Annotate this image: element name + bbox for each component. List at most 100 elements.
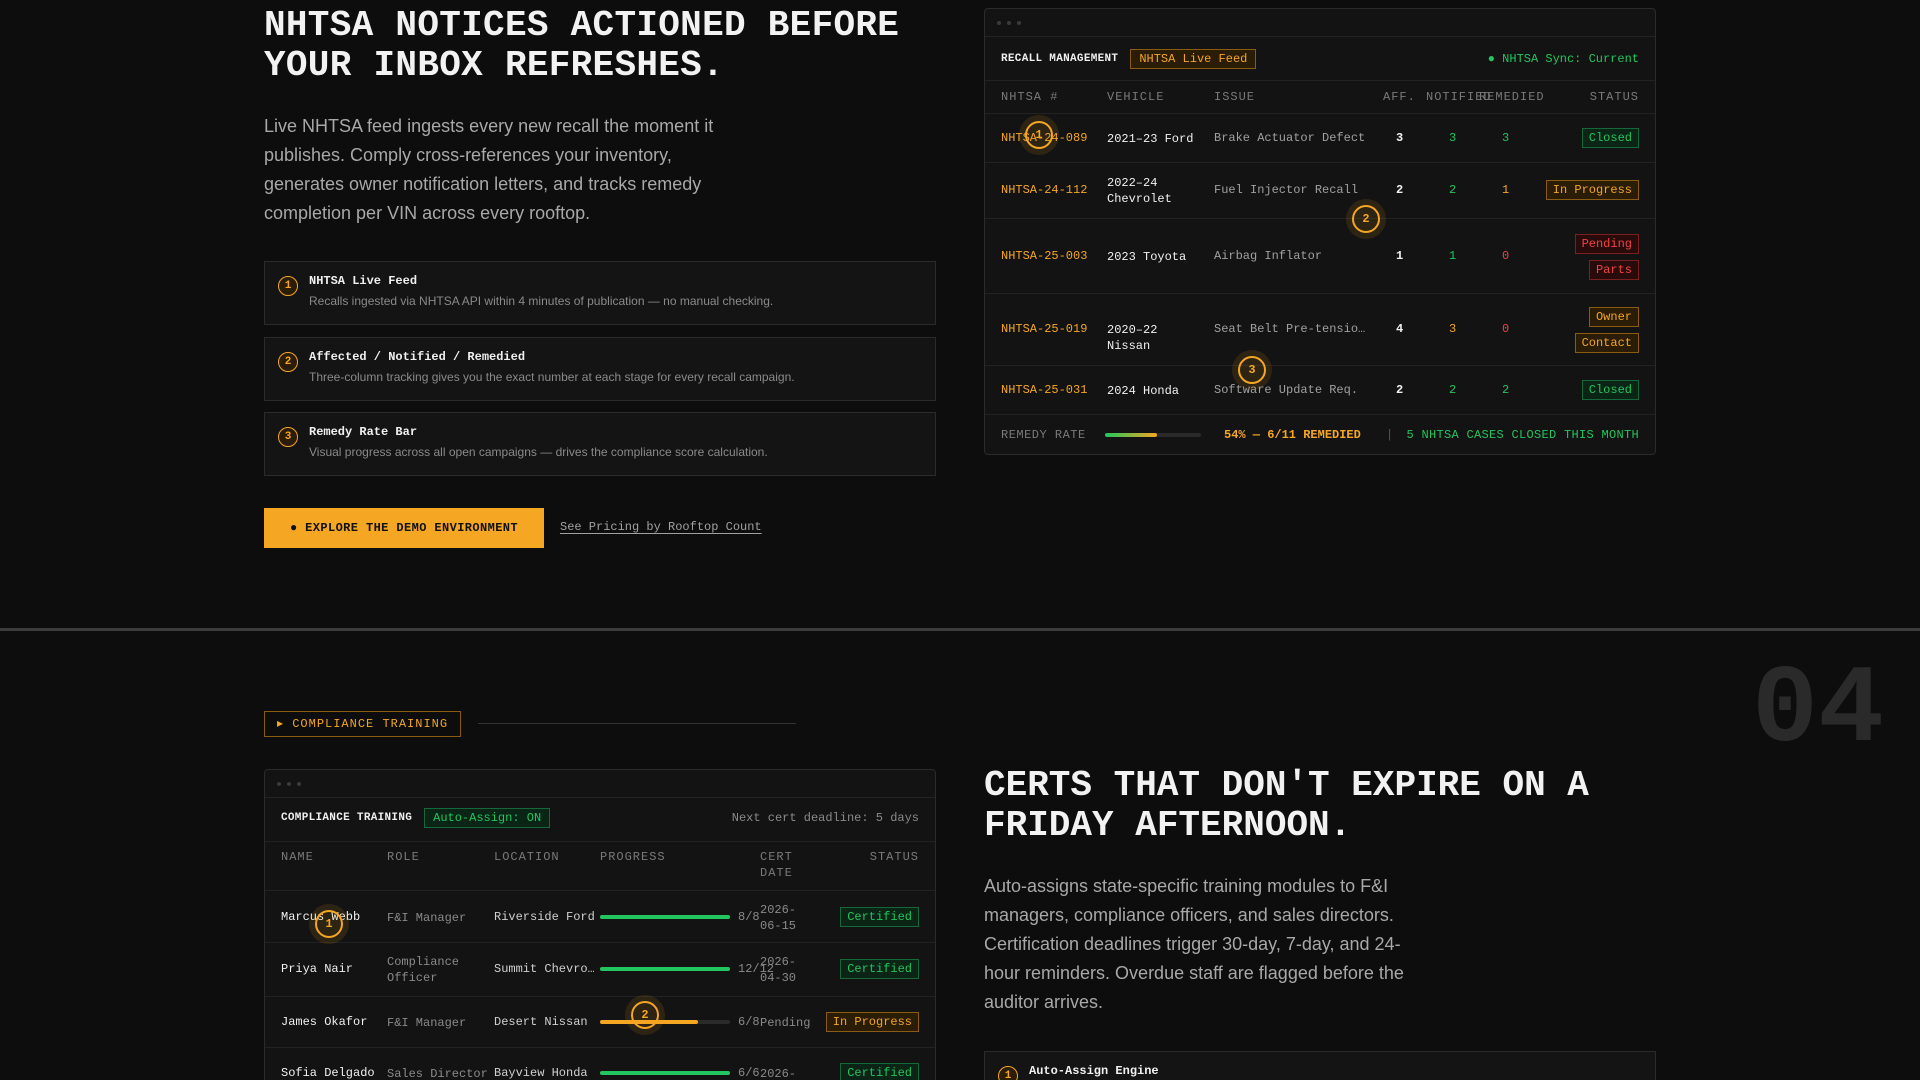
table-row[interactable]: Sofia Delgado Sales Director Bayview Honda… — [265, 1047, 935, 1080]
issue-cell: Seat Belt Pre-tensio… — [1214, 322, 1366, 336]
auto-assign-pill[interactable]: Auto-Assign: ON — [424, 808, 551, 828]
progress-text: 6/8 — [738, 1015, 760, 1029]
window-dots — [265, 770, 935, 798]
notified-count: 1 — [1449, 249, 1457, 263]
annotation-marker-1[interactable]: 1 — [1025, 121, 1053, 149]
location-cell: Desert Nissan — [494, 1015, 588, 1029]
recall-id-link[interactable]: NHTSA-25-031 — [1001, 383, 1087, 397]
table-row[interactable]: James Okafor F&I Manager Desert Nissan 6/8 P… — [265, 996, 935, 1047]
column-header-cert: CERT — [760, 850, 793, 864]
recall-id-link[interactable]: NHTSA-25-019 — [1001, 322, 1087, 336]
pricing-link[interactable]: See Pricing by Rooftop Count — [560, 520, 762, 534]
progress-bar — [600, 1071, 730, 1075]
window-dot — [297, 781, 301, 786]
annotation-marker-2[interactable]: 2 — [1352, 205, 1380, 233]
staff-name[interactable]: Sofia Delgado — [281, 1066, 375, 1080]
remedy-rate-bar-fill — [1105, 433, 1157, 437]
remedied-count: 0 — [1502, 249, 1510, 263]
window-dot — [997, 20, 1001, 25]
progress-bar-fill — [600, 915, 730, 919]
column-header-issue: ISSUE — [1214, 90, 1256, 104]
column-header-vehicle: VEHICLE — [1107, 90, 1165, 104]
recall-id-link[interactable]: NHTSA-24-112 — [1001, 183, 1087, 197]
explore-demo-button[interactable]: ● EXPLORE THE DEMO ENVIRONMENT — [264, 508, 544, 548]
feature-number-badge: 1 — [998, 1066, 1018, 1080]
status-badge: Certified — [840, 907, 919, 927]
table-row[interactable]: NHTSA-24-112 2022–24 Chevrolet Fuel Inject… — [985, 162, 1655, 218]
role-cell: Officer — [387, 971, 438, 985]
status-badge: In Progress — [1545, 180, 1639, 200]
divider — [985, 80, 1655, 81]
cert-date: 2026- — [760, 955, 797, 969]
table-row[interactable]: Priya Nair Compliance Officer Summit Chevro… — [265, 942, 935, 996]
table-row[interactable]: NHTSA-25-031 2024 Honda Software Update Re… — [985, 365, 1655, 414]
annotation-marker-2[interactable]: 2 — [631, 1001, 659, 1029]
feature-number-badge: 1 — [278, 276, 298, 296]
recall-panel-header: RECALL MANAGEMENT NHTSA Live Feed — [1001, 49, 1257, 69]
cert-date: Pending — [760, 1016, 811, 1030]
feature-description: Three-column tracking gives you the exac… — [309, 370, 795, 384]
column-header-nhtsa: NHTSA # — [1001, 90, 1059, 104]
remedy-rate-bar — [1105, 433, 1201, 437]
affected-count: 2 — [1396, 383, 1404, 397]
status-badge: Closed — [1581, 380, 1639, 400]
role-cell: F&I Manager — [387, 911, 467, 925]
staff-name[interactable]: Priya Nair — [281, 962, 353, 976]
table-row[interactable]: NHTSA-24-089 2021–23 Ford Brake Actuator D… — [985, 113, 1655, 162]
progress-text: 6/6 — [738, 1066, 760, 1080]
status-badge: Closed — [1581, 128, 1639, 148]
recall-panel-title: RECALL MANAGEMENT — [1001, 53, 1119, 65]
vehicle-cell: 2024 Honda — [1107, 384, 1180, 398]
affected-count: 2 — [1396, 183, 1404, 197]
recall-id-link[interactable]: NHTSA-25-003 — [1001, 249, 1087, 263]
section-number: 04 — [1752, 649, 1885, 774]
feature-title: Remedy Rate Bar — [309, 425, 418, 439]
feature-card-remedy-bar: 3 Remedy Rate Bar Visual progress across… — [264, 412, 936, 476]
cert-date: 2026- — [760, 903, 797, 917]
role-cell: Sales Director — [387, 1067, 488, 1080]
status-badge: Certified — [840, 959, 919, 979]
window-dot — [287, 781, 291, 786]
vehicle-cell: 2023 Toyota — [1107, 250, 1187, 264]
progress-bar — [600, 915, 730, 919]
training-panel-header: COMPLIANCE TRAINING Auto-Assign: ON — [281, 808, 551, 828]
feature-title: Affected / Notified / Remedied — [309, 350, 526, 364]
live-feed-pill[interactable]: NHTSA Live Feed — [1130, 49, 1257, 69]
status-cell: Owner Contact — [1574, 307, 1639, 353]
affected-count: 1 — [1396, 249, 1404, 263]
table-row[interactable]: NHTSA-25-003 2023 Toyota Airbag Inflator 1 1… — [985, 218, 1655, 293]
status-cell: In Progress — [1545, 180, 1639, 200]
annotation-marker-3[interactable]: 3 — [1238, 356, 1266, 384]
status-badge: In Progress — [825, 1012, 919, 1032]
annotation-marker-1[interactable]: 1 — [315, 910, 343, 938]
hero-title: NHTSA NOTICES ACTIONED BEFORE YOUR INBOX… — [264, 5, 900, 86]
section-tag-line — [478, 723, 796, 724]
remedied-count: 1 — [1502, 183, 1510, 197]
progress-bar — [600, 967, 730, 971]
section-divider — [0, 628, 1920, 631]
progress-bar-fill — [600, 967, 730, 971]
feature-title: Auto-Assign Engine — [1029, 1064, 1159, 1078]
column-header-progress: PROGRESS — [600, 850, 666, 864]
location-cell: Bayview Honda — [494, 1066, 588, 1080]
issue-cell: Airbag Inflator — [1214, 249, 1323, 263]
next-deadline: Next cert deadline: 5 days — [731, 811, 919, 825]
status-cell: Pending Parts — [1574, 234, 1639, 280]
section-title: CERTS THAT DON'T EXPIRE ON A FRIDAY AFTE… — [984, 765, 1589, 846]
footer-separator: | — [1386, 428, 1394, 442]
status-badge: Contact — [1574, 333, 1639, 353]
issue-cell: Brake Actuator Defect — [1214, 131, 1366, 145]
issue-cell: Fuel Injector Recall — [1214, 183, 1359, 197]
compliance-training-panel: COMPLIANCE TRAINING Auto-Assign: ON Next… — [264, 769, 936, 1080]
staff-name[interactable]: James Okafor — [281, 1015, 367, 1029]
table-row[interactable]: NHTSA-25-019 2020–22 Nissan Seat Belt Pre-… — [985, 293, 1655, 365]
vehicle-cell: 2020–22 Nissan — [1107, 323, 1158, 353]
window-dots — [985, 9, 1655, 37]
divider — [265, 841, 935, 842]
column-header-remedied: REMEDIED — [1479, 90, 1545, 104]
affected-count: 4 — [1396, 322, 1404, 336]
section-description: Auto-assigns state-specific training mod… — [984, 876, 1404, 1012]
table-row[interactable]: Marcus Webb F&I Manager Riverside Ford 8/8 2… — [265, 891, 935, 942]
vehicle-cell: 2022–24 Chevrolet — [1107, 176, 1172, 206]
feature-number-badge: 3 — [278, 427, 298, 447]
